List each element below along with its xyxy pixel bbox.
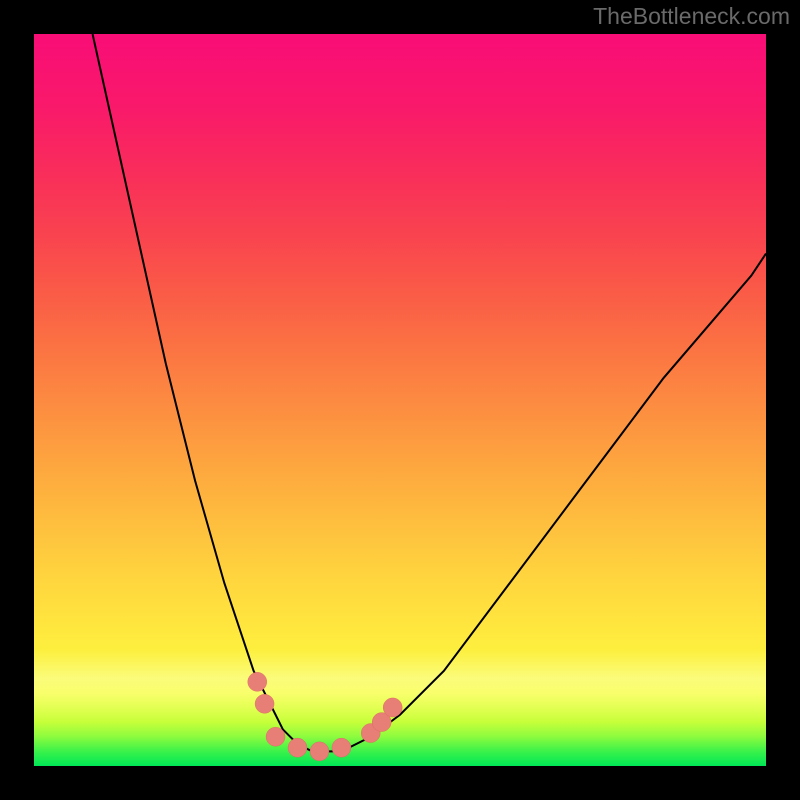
chart-frame: TheBottleneck.com: [0, 0, 800, 800]
curve-marker: [310, 742, 329, 761]
watermark-text: TheBottleneck.com: [593, 3, 790, 30]
curve-marker: [248, 672, 267, 691]
plot-area: [34, 34, 766, 766]
curve-marker: [288, 738, 307, 757]
bottleneck-curve: [34, 34, 766, 766]
curve-marker: [255, 694, 274, 713]
curve-marker: [332, 738, 351, 757]
curve-marker: [266, 727, 285, 746]
curve-marker: [383, 698, 402, 717]
